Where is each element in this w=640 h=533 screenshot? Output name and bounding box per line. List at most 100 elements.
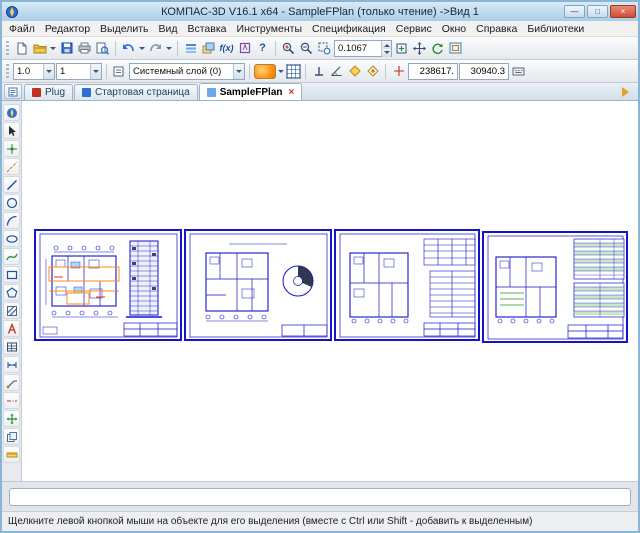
open-dropdown[interactable]	[49, 40, 57, 57]
redo-dropdown[interactable]	[165, 40, 173, 57]
menu-item-window[interactable]: Окно	[437, 22, 471, 36]
zoom-in-icon[interactable]	[280, 40, 297, 57]
building-elevation	[126, 241, 162, 317]
arc-tool-icon[interactable]	[3, 212, 20, 229]
menu-item-editor[interactable]: Редактор	[40, 22, 95, 36]
rectangle-tool-icon[interactable]	[3, 266, 20, 283]
keyboard-input-icon[interactable]	[510, 63, 527, 80]
dimension-tool-icon[interactable]	[3, 356, 20, 373]
tab-overflow-arrow-icon[interactable]	[622, 87, 634, 97]
point-tool-icon[interactable]	[3, 140, 20, 157]
toolbar-separator	[106, 64, 107, 79]
property-input[interactable]	[9, 488, 631, 506]
measure-tool-icon[interactable]	[3, 446, 20, 463]
drawing-sheet-4[interactable]	[482, 231, 628, 343]
menu-item-specification[interactable]: Спецификация	[307, 22, 391, 36]
menu-item-libraries[interactable]: Библиотеки	[522, 22, 589, 36]
line-width-combo[interactable]: 1.0	[13, 63, 55, 80]
auxiliary-line-tool-icon[interactable]	[3, 158, 20, 175]
layer-dropdown[interactable]	[233, 64, 244, 79]
menu-item-file[interactable]: Файл	[4, 22, 40, 36]
tab-start-page[interactable]: Стартовая страница	[74, 84, 198, 100]
menu-item-select[interactable]: Выделить	[95, 22, 153, 36]
menu-item-service[interactable]: Сервис	[391, 22, 437, 36]
tab-samplefplan[interactable]: SampleFPlan ×	[199, 83, 303, 100]
print-icon[interactable]	[76, 40, 93, 57]
text-tool-icon[interactable]	[3, 320, 20, 337]
hatch-tool-icon[interactable]	[3, 302, 20, 319]
zoom-scale-value: 0.1067	[338, 43, 367, 54]
macro-icon[interactable]	[236, 40, 253, 57]
close-button[interactable]: ×	[610, 5, 636, 18]
leader-tool-icon[interactable]	[3, 374, 20, 391]
drawing-sheet-2[interactable]	[184, 229, 332, 341]
layer-states-icon[interactable]	[111, 63, 128, 80]
toolbar-grip[interactable]	[6, 64, 9, 78]
table-tool-icon[interactable]	[3, 338, 20, 355]
toolbar-separator	[275, 41, 276, 56]
drawing-sheet-1[interactable]	[34, 229, 182, 341]
layer-combo[interactable]: Системный слой (0)	[129, 63, 245, 80]
fx-variables-icon[interactable]: f(x)	[218, 40, 235, 57]
menu-item-insert[interactable]: Вставка	[182, 22, 231, 36]
menu-item-help[interactable]: Справка	[471, 22, 522, 36]
document-tab-bar: Plug Стартовая страница SampleFPlan ×	[2, 83, 638, 101]
coordinate-y-field[interactable]: 30940.3	[459, 63, 509, 80]
compact-tool-palette	[2, 101, 22, 481]
tab-start-page-label: Стартовая страница	[95, 87, 190, 98]
step-combo[interactable]: 1	[56, 63, 102, 80]
zoom-out-icon[interactable]	[298, 40, 315, 57]
current-style-swatch[interactable]	[254, 64, 276, 79]
zoom-scale-combo[interactable]: 0.1067	[334, 40, 392, 57]
move-tool-icon[interactable]	[3, 410, 20, 427]
layers-icon[interactable]	[200, 40, 217, 57]
status-message: Щелкните левой кнопкой мыши на объекте д…	[8, 516, 532, 527]
tab-plug[interactable]: Plug	[24, 84, 73, 100]
spline-tool-icon[interactable]	[3, 248, 20, 265]
line-width-dropdown[interactable]	[43, 64, 54, 79]
axis-line-tool-icon[interactable]	[3, 392, 20, 409]
zoom-fit-icon[interactable]	[393, 40, 410, 57]
title-bar: КОМПАС-3D V16.1 x64 - SampleFPlan (тольк…	[2, 2, 638, 21]
pan-icon[interactable]	[411, 40, 428, 57]
toolbar-grip[interactable]	[6, 41, 9, 55]
local-snap-icon[interactable]	[364, 63, 381, 80]
drawing-sheet-3[interactable]	[334, 229, 480, 341]
minimize-button[interactable]: —	[564, 5, 585, 18]
tab-close-icon[interactable]: ×	[289, 87, 295, 98]
current-style-dropdown[interactable]	[277, 63, 285, 80]
line-tool-icon[interactable]	[3, 176, 20, 193]
save-icon[interactable]	[58, 40, 75, 57]
redo-icon[interactable]	[147, 40, 164, 57]
snap-settings-icon[interactable]	[346, 63, 363, 80]
grid-toggle-icon[interactable]	[286, 64, 301, 79]
zoom-scale-spinner[interactable]	[381, 41, 391, 56]
undo-dropdown[interactable]	[138, 40, 146, 57]
drawing-canvas[interactable]	[22, 101, 638, 481]
select-tool-icon[interactable]	[3, 122, 20, 139]
coordinate-x-field[interactable]: 238617.	[408, 63, 458, 80]
tab-list-button[interactable]	[4, 84, 22, 99]
menu-item-tools[interactable]: Инструменты	[232, 22, 307, 36]
circle-tool-icon[interactable]	[3, 194, 20, 211]
refresh-view-icon[interactable]	[429, 40, 446, 57]
zoom-window-icon[interactable]	[316, 40, 333, 57]
print-preview-icon[interactable]	[94, 40, 111, 57]
document-manager-icon[interactable]	[182, 40, 199, 57]
polygon-tool-icon[interactable]	[3, 284, 20, 301]
ortho-mode-icon[interactable]	[310, 63, 327, 80]
toolbar-separator	[115, 41, 116, 56]
open-icon[interactable]	[31, 40, 48, 57]
copy-tool-icon[interactable]	[3, 428, 20, 445]
help-icon[interactable]: ?	[254, 40, 271, 57]
ellipse-tool-icon[interactable]	[3, 230, 20, 247]
compass-tool-icon[interactable]	[3, 104, 20, 121]
maximize-button[interactable]: □	[587, 5, 608, 18]
angle-snap-icon[interactable]	[328, 63, 345, 80]
detail-view	[283, 266, 313, 296]
new-document-icon[interactable]	[13, 40, 30, 57]
show-all-icon[interactable]	[447, 40, 464, 57]
undo-icon[interactable]	[120, 40, 137, 57]
step-dropdown[interactable]	[90, 64, 101, 79]
menu-item-view[interactable]: Вид	[153, 22, 182, 36]
